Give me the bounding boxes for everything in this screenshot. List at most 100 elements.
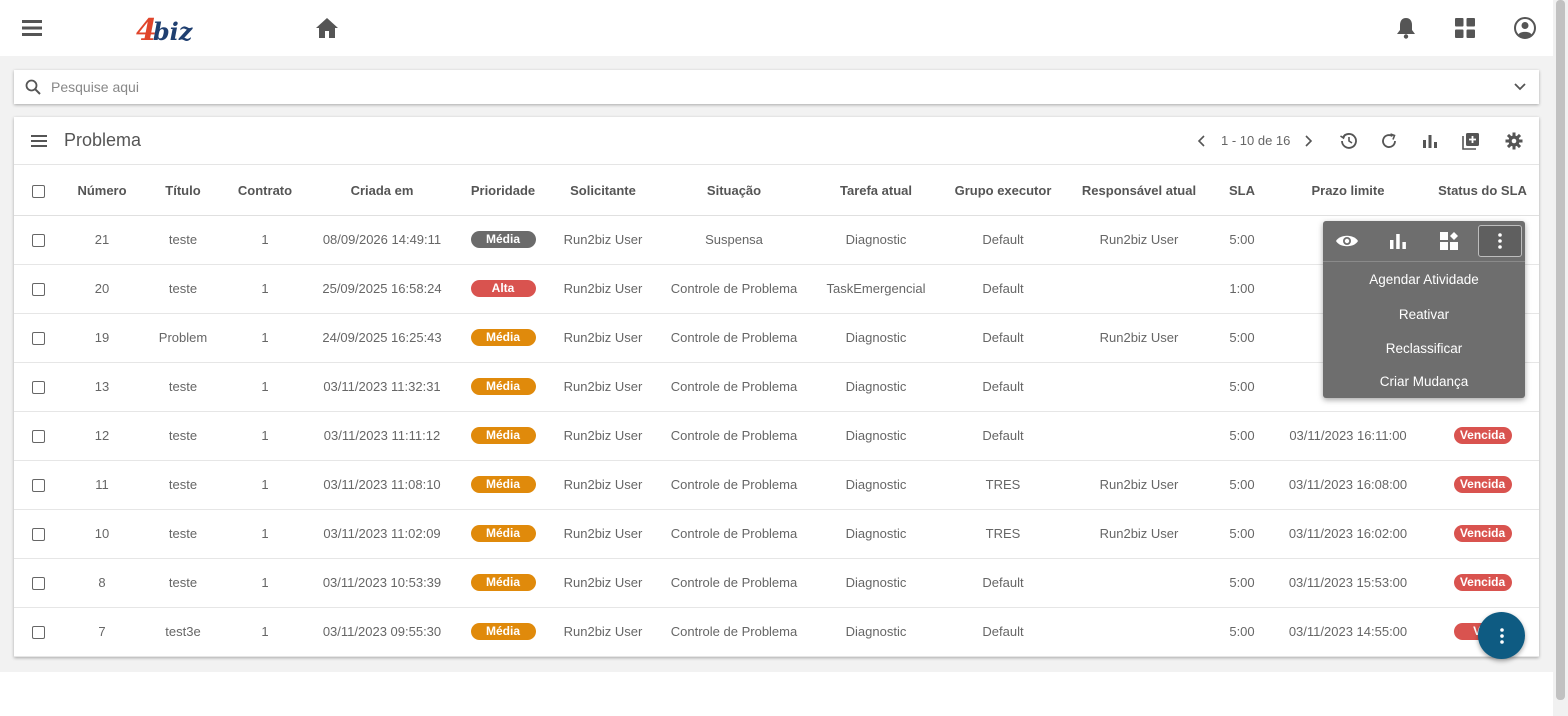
sla-status-badge: Vencida [1453,525,1512,542]
cell-solicitante: Run2biz User [548,215,658,265]
select-all-checkbox[interactable] [31,184,45,198]
cell-solicitante: Run2biz User [548,313,658,363]
bar-chart-icon[interactable] [1420,131,1440,151]
table-row[interactable]: 20 teste 1 25/09/2025 16:58:24 Alta Run2biz U… [14,264,1539,314]
menu-item-criar-mudanca[interactable]: Criar Mudança [1323,374,1525,389]
cell-titulo: teste [142,509,224,559]
table-row[interactable]: 8 teste 1 03/11/2023 10:53:39 Média Run2biz U… [14,558,1539,608]
chevron-left-icon[interactable] [1194,132,1208,150]
search-input[interactable] [51,70,1514,104]
table-row[interactable]: 7 test3e 1 03/11/2023 09:55:30 Média Run2biz … [14,607,1539,657]
bar-chart-icon[interactable] [1376,225,1420,257]
pagination-range: 1 - 10 de 16 [1221,133,1291,148]
column-header[interactable]: Solicitante [548,166,658,216]
cell-contrato: 1 [224,313,306,363]
column-header[interactable]: Título [142,166,224,216]
add-box-icon[interactable] [1460,130,1482,152]
cell-situacao: Controle de Problema [658,460,810,510]
table-row[interactable]: 21 teste 1 08/09/2026 14:49:11 Média Run2biz … [14,215,1539,265]
column-header[interactable]: Número [62,166,142,216]
cell-responsavel: Run2biz User [1064,460,1214,510]
menu-item-reativar[interactable]: Reativar [1323,307,1525,322]
cell-grupo: Default [942,362,1064,412]
column-header[interactable]: Status do SLA [1426,166,1539,216]
table-row[interactable]: 13 teste 1 03/11/2023 11:32:31 Média Run2biz … [14,362,1539,412]
cell-prioridade: Média [458,215,548,265]
history-icon[interactable] [1339,131,1359,151]
cell-status: Vencida [1426,411,1539,461]
cell-responsavel [1064,264,1214,314]
dashboard-add-icon[interactable] [1427,225,1471,257]
more-vert-icon [1499,627,1504,644]
cell-status: Vencida [1426,509,1539,559]
row-checkbox[interactable] [31,528,45,542]
cell-sla: 5:00 [1214,362,1270,412]
cell-criada: 08/09/2026 14:49:11 [306,215,458,265]
brand-logo[interactable]: 4 biz [136,10,192,46]
apps-grid-icon[interactable] [1453,16,1477,40]
cell-status: Vencida [1426,558,1539,608]
cell-responsavel [1064,558,1214,608]
table-row[interactable]: 12 teste 1 03/11/2023 11:11:12 Média Run2biz … [14,411,1539,461]
cell-situacao: Controle de Problema [658,558,810,608]
refresh-icon[interactable] [1379,131,1399,151]
priority-badge: Média [470,525,536,542]
cell-situacao: Controle de Problema [658,509,810,559]
menu-item-reclassificar[interactable]: Reclassificar [1323,341,1525,356]
more-vert-icon[interactable] [1478,225,1522,257]
problem-list-card: Problema 1 - 10 de 16 Número Título Cont… [14,117,1539,657]
column-header[interactable]: Criada em [306,166,458,216]
row-select-cell [14,607,62,657]
cell-situacao: Suspensa [658,215,810,265]
column-header[interactable]: Prazo limite [1270,166,1426,216]
row-checkbox[interactable] [31,283,45,297]
menu-icon[interactable] [20,16,44,40]
row-select-cell [14,313,62,363]
cell-responsavel: Run2biz User [1064,215,1214,265]
gear-icon[interactable] [1504,131,1524,151]
page-scrollbar[interactable] [1553,0,1568,716]
row-checkbox[interactable] [31,381,45,395]
priority-badge: Média [470,427,536,444]
table-row[interactable]: 10 teste 1 03/11/2023 11:02:09 Média Run2biz … [14,509,1539,559]
cell-grupo: Default [942,607,1064,657]
list-menu-icon[interactable] [30,133,48,149]
column-header[interactable]: Grupo executor [942,166,1064,216]
column-header[interactable]: Tarefa atual [810,166,942,216]
cell-tarefa: Diagnostic [810,362,942,412]
cell-grupo: Default [942,411,1064,461]
bell-icon[interactable] [1394,15,1418,41]
row-checkbox[interactable] [31,577,45,591]
sla-status-badge: Vencida [1453,427,1512,444]
row-select-cell [14,362,62,412]
column-header[interactable]: Prioridade [458,166,548,216]
row-checkbox[interactable] [31,479,45,493]
cell-titulo: teste [142,362,224,412]
eye-icon[interactable] [1325,225,1369,257]
table-row[interactable]: 19 Problem 1 24/09/2025 16:25:43 Média Run2bi… [14,313,1539,363]
column-header[interactable]: Situação [658,166,810,216]
scrollbar-thumb[interactable] [1556,0,1565,700]
row-select-cell [14,264,62,314]
problems-table: Número Título Contrato Criada em Priorid… [14,166,1539,657]
column-header[interactable]: SLA [1214,166,1270,216]
chevron-right-icon[interactable] [1302,132,1316,150]
table-row[interactable]: 11 teste 1 03/11/2023 11:08:10 Média Run2biz … [14,460,1539,510]
cell-criada: 03/11/2023 11:08:10 [306,460,458,510]
cell-titulo: teste [142,411,224,461]
row-checkbox[interactable] [31,430,45,444]
search-icon [25,79,41,95]
row-checkbox[interactable] [31,234,45,248]
account-icon[interactable] [1512,15,1538,41]
floating-actions-button[interactable] [1478,612,1525,659]
cell-solicitante: Run2biz User [548,411,658,461]
cell-solicitante: Run2biz User [548,607,658,657]
chevron-down-icon[interactable] [1514,83,1526,91]
cell-situacao: Controle de Problema [658,264,810,314]
menu-item-agendar-atividade[interactable]: Agendar Atividade [1323,272,1525,287]
row-checkbox[interactable] [31,332,45,346]
column-header[interactable]: Contrato [224,166,306,216]
column-header[interactable]: Responsável atual [1064,166,1214,216]
home-icon[interactable] [314,15,340,41]
row-checkbox[interactable] [31,626,45,640]
